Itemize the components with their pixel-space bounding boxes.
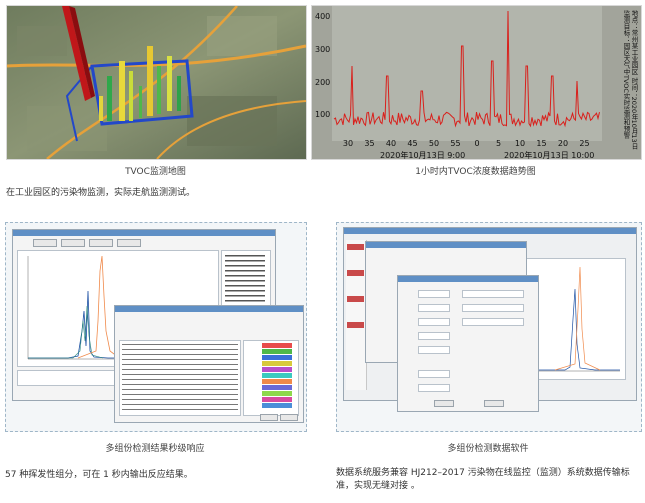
trend-y-tick: 100 (315, 110, 330, 119)
trend-time-label-1: 2020年10月13日 9:00 (380, 151, 466, 160)
trend-x-tick: 35 (364, 139, 374, 148)
trend-x-tick: 15 (536, 139, 546, 148)
tvoc-trend-chart: 400 300 200 100 30 35 40 45 50 55 0 5 10 15 20 25 (312, 6, 641, 159)
bottom-right-caption: 多组份检测数据软件 (447, 444, 529, 454)
map-caption: TVOC监测地图 (125, 167, 186, 177)
color-bar-panel (243, 340, 299, 416)
bottom-left-description: 57 种挥发性组分，可在 1 秒内输出反应结果。 (5, 470, 193, 480)
result-table (119, 340, 241, 416)
left-nav-panel (346, 240, 367, 390)
trend-annotation: 地点：常州某工业园区 时间：2020年10月13日 监测目标：园区大气中TVOC… (622, 10, 638, 150)
trend-y-tick: 200 (315, 78, 330, 87)
trend-y-tick: 400 (315, 12, 330, 21)
trend-x-tick: 10 (515, 139, 525, 148)
trend-x-tick: 5 (496, 139, 501, 148)
data-software-chart (524, 258, 626, 380)
trend-x-tick: 25 (579, 139, 589, 148)
bottom-left-frame (5, 222, 307, 432)
tvoc-map-image (6, 5, 307, 160)
trend-x-tick: 55 (450, 139, 460, 148)
trend-x-tick: 45 (407, 139, 417, 148)
top-description: 在工业园区的污染物监测，实际走航监测测试。 (6, 188, 196, 198)
tvoc-trend-image: 400 300 200 100 30 35 40 45 50 55 0 5 10 15 20 25 2020年… (311, 5, 642, 160)
trend-caption: 1小时内TVOC浓度数据趋势图 (415, 167, 536, 177)
bottom-right-frame (336, 222, 642, 432)
bottom-left-caption: 多组份检测结果秒级响应 (105, 444, 205, 454)
trend-y-tick: 300 (315, 45, 330, 54)
trend-x-tick: 0 (474, 139, 479, 148)
result-table-window (114, 305, 304, 423)
trend-x-tick: 50 (429, 139, 439, 148)
bottom-right-description: 数据系统服务兼容 HJ212–2017 污染物在线监控（监测）系统数据传输标准，… (336, 468, 630, 491)
trend-x-tick: 20 (558, 139, 568, 148)
trend-x-tick: 30 (343, 139, 353, 148)
trend-x-tick: 40 (386, 139, 396, 148)
settings-dialog (397, 275, 539, 412)
trend-time-label-2: 2020年10月13日 10:00 (504, 151, 595, 160)
tvoc-map-svg (7, 6, 306, 159)
